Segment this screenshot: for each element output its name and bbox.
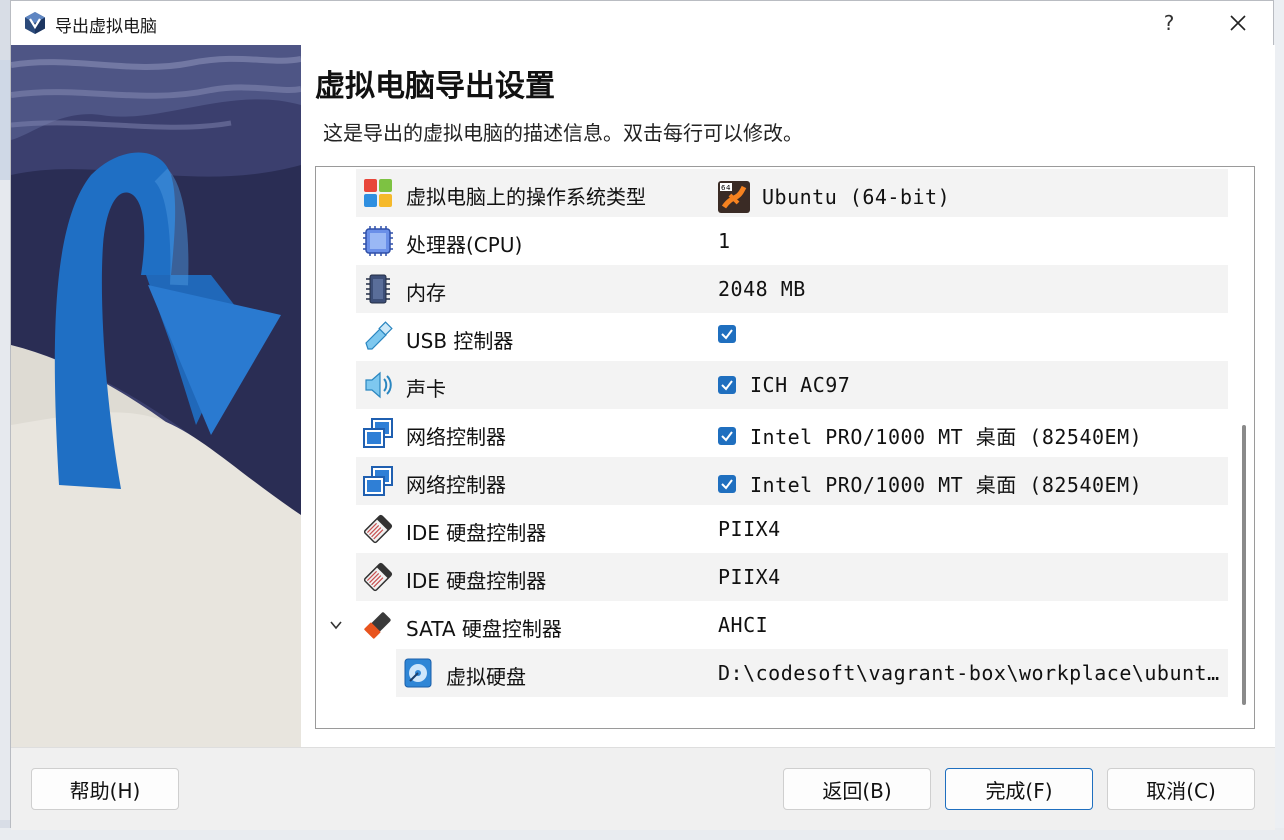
window-title: 导出虚拟电脑 [55,17,157,37]
sound-icon [365,371,392,399]
virtualbox-logo-icon [25,12,45,34]
sound-enabled-checkbox[interactable] [718,376,736,394]
row-label: 虚拟电脑上的操作系统类型 [406,185,646,209]
memory-icon [366,274,390,304]
cpu-icon [363,226,393,256]
row-value: Intel PRO/1000 MT 桌面 (82540EM) [718,469,1142,498]
ide-controller-icon [363,514,393,544]
row-label: SATA 硬盘控制器 [406,617,562,641]
row-value: PIIX4 [718,565,781,589]
row-label: 虚拟硬盘 [446,665,526,689]
chevron-down-icon[interactable] [328,617,344,633]
network-enabled-checkbox[interactable] [718,474,736,493]
tree-row-network-controller[interactable]: 网络控制器 Intel PRO/1000 MT 桌面 (82540EM) [356,457,1228,505]
ide-controller-icon [363,562,393,592]
row-value [718,325,750,343]
tree-row-ide-controller[interactable]: IDE 硬盘控制器 PIIX4 [356,553,1228,601]
row-value: AHCI [718,613,769,637]
svg-text:64: 64 [721,184,731,192]
help-button[interactable]: ? [1155,9,1183,37]
title-bar: 导出虚拟电脑 ? [11,1,1273,45]
tree-row-network-controller[interactable]: 网络控制器 Intel PRO/1000 MT 桌面 (82540EM) [356,409,1228,457]
tree-row-os-type[interactable]: 虚拟电脑上的操作系统类型 64 Ubuntu (64-bit) [356,169,1228,217]
virtual-disk-icon [404,658,432,688]
row-value: 64 Ubuntu (64-bit) [718,181,950,213]
finish-button[interactable]: 完成(F) [945,768,1093,810]
network-icon [363,466,393,496]
page-title: 虚拟电脑导出设置 [315,69,555,104]
help-button[interactable]: 帮助(H) [31,768,179,810]
os-type-icon [364,179,392,207]
row-label: 网络控制器 [406,473,506,497]
row-value: ICH AC97 [718,373,850,397]
scrollbar-thumb[interactable] [1242,425,1246,705]
row-label: 内存 [406,281,446,305]
export-arrow-illustration [11,45,301,747]
appliance-settings-tree[interactable]: 虚拟电脑上的操作系统类型 64 Ubuntu (64-bit) 处理器(CPU)… [315,166,1255,729]
cancel-button[interactable]: 取消(C) [1107,768,1255,810]
back-button[interactable]: 返回(B) [783,768,931,810]
row-value: PIIX4 [718,517,781,541]
export-appliance-dialog: 导出虚拟电脑 ? 虚拟电脑导出设置 这是导出的虚拟电脑的描述信息。双击每行可以修… [10,0,1275,830]
row-label: IDE 硬盘控制器 [406,569,547,593]
wizard-side-image [11,45,302,747]
row-value: 2048 MB [718,277,806,301]
background-window-edge [0,180,10,820]
tree-row-usb-controller[interactable]: USB 控制器 [356,313,1228,361]
row-label: USB 控制器 [406,329,514,353]
row-label: 处理器(CPU) [406,233,523,257]
row-value: D:\codesoft\vagrant-box\workplace\ubunt… [718,661,1220,685]
background-window-edge [1274,0,1284,840]
close-icon[interactable] [1223,9,1253,37]
sata-controller-icon [364,612,391,639]
usb-icon [365,321,393,350]
ubuntu-64-icon: 64 [718,181,750,213]
row-label: 声卡 [406,377,446,401]
tree-row-sound-card[interactable]: 声卡 ICH AC97 [356,361,1228,409]
tree-scrollbar[interactable] [1238,171,1250,726]
tree-row-virtual-disk[interactable]: 虚拟硬盘 D:\codesoft\vagrant-box\workplace\u… [396,649,1228,697]
row-label: IDE 硬盘控制器 [406,521,547,545]
network-icon [363,418,393,448]
background-window-edge [0,60,10,180]
tree-row-memory[interactable]: 内存 2048 MB [356,265,1228,313]
usb-enabled-checkbox[interactable] [718,325,736,343]
row-label: 网络控制器 [406,425,506,449]
network-enabled-checkbox[interactable] [718,426,736,445]
wizard-footer: 帮助(H) 返回(B) 完成(F) 取消(C) [11,747,1275,830]
tree-row-ide-controller[interactable]: IDE 硬盘控制器 PIIX4 [356,505,1228,553]
wizard-content: 虚拟电脑导出设置 这是导出的虚拟电脑的描述信息。双击每行可以修改。 虚拟电脑上的… [301,45,1275,747]
page-description: 这是导出的虚拟电脑的描述信息。双击每行可以修改。 [323,121,803,145]
tree-row-cpu[interactable]: 处理器(CPU) 1 [356,217,1228,265]
row-value: Intel PRO/1000 MT 桌面 (82540EM) [718,421,1142,450]
row-value: 1 [718,229,731,253]
tree-row-sata-controller[interactable]: SATA 硬盘控制器 AHCI [330,601,1228,649]
